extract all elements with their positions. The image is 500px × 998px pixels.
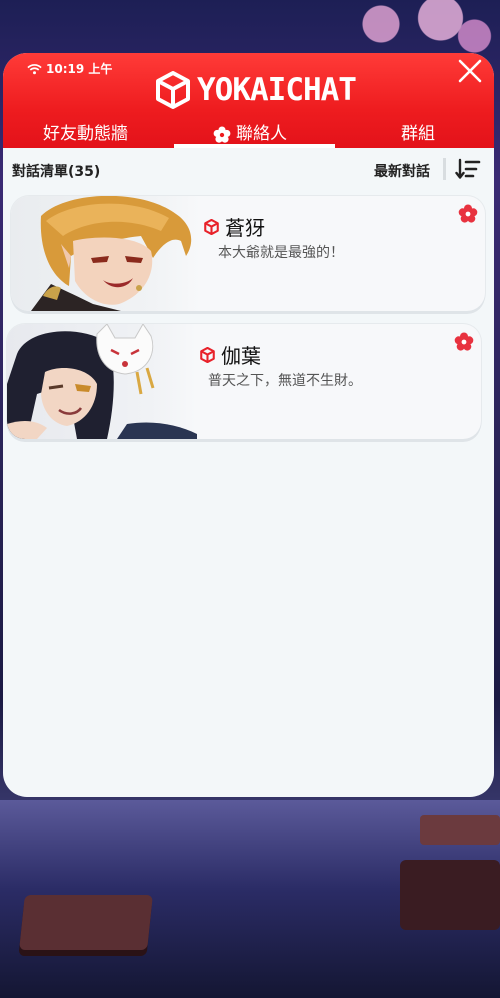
status-time: 10:19 上午 [46,62,113,76]
background-stone [19,895,153,950]
status-bar: 10:19 上午 [27,60,112,77]
background-stone [400,860,500,930]
conversation-list-title: 對話清單(35) [12,164,101,180]
tab-groups[interactable]: 群組 [401,121,435,148]
conversation-list-header: 對話清單(35) 最新對話 [3,148,494,190]
tab-label: 群組 [401,124,435,144]
avatar [7,324,197,439]
contact-name: 伽葉 [221,344,261,368]
app-title: YOKAICHAT [197,72,357,108]
sakura-badge-icon [454,332,474,351]
wifi-icon [27,63,42,74]
last-message: 本大爺就是最強的！ [218,245,344,261]
cube-logo-icon [156,71,190,109]
sakura-badge-icon [458,204,478,223]
contact-name-row: 伽葉 [200,340,261,369]
chat-app-panel: 10:19 上午 YOKAICHAT 好友動態牆 聯絡人 群組 對話清單(35)… [3,53,494,797]
avatar [11,196,201,311]
sort-icon[interactable] [455,158,481,180]
flower-icon [213,125,231,143]
background-sakura [330,0,500,60]
app-logo: YOKAICHAT [155,71,357,109]
divider [443,158,446,180]
contact-name: 蒼犽 [225,216,265,240]
last-message: 普天之下，無道不生財。 [208,373,362,389]
cube-icon [200,346,215,363]
app-header: 10:19 上午 YOKAICHAT 好友動態牆 聯絡人 群組 [3,53,494,148]
contact-card[interactable]: 伽葉 普天之下，無道不生財。 [7,324,481,439]
tab-friend-feed[interactable]: 好友動態牆 [43,121,128,148]
tab-label: 好友動態牆 [43,124,128,144]
sort-label[interactable]: 最新對話 [374,161,430,181]
contact-card[interactable]: 蒼犽 本大爺就是最強的！ [11,196,485,311]
cube-icon [204,218,219,235]
close-icon[interactable] [456,57,484,85]
contact-name-row: 蒼犽 [204,212,265,241]
background-stone [420,815,500,845]
